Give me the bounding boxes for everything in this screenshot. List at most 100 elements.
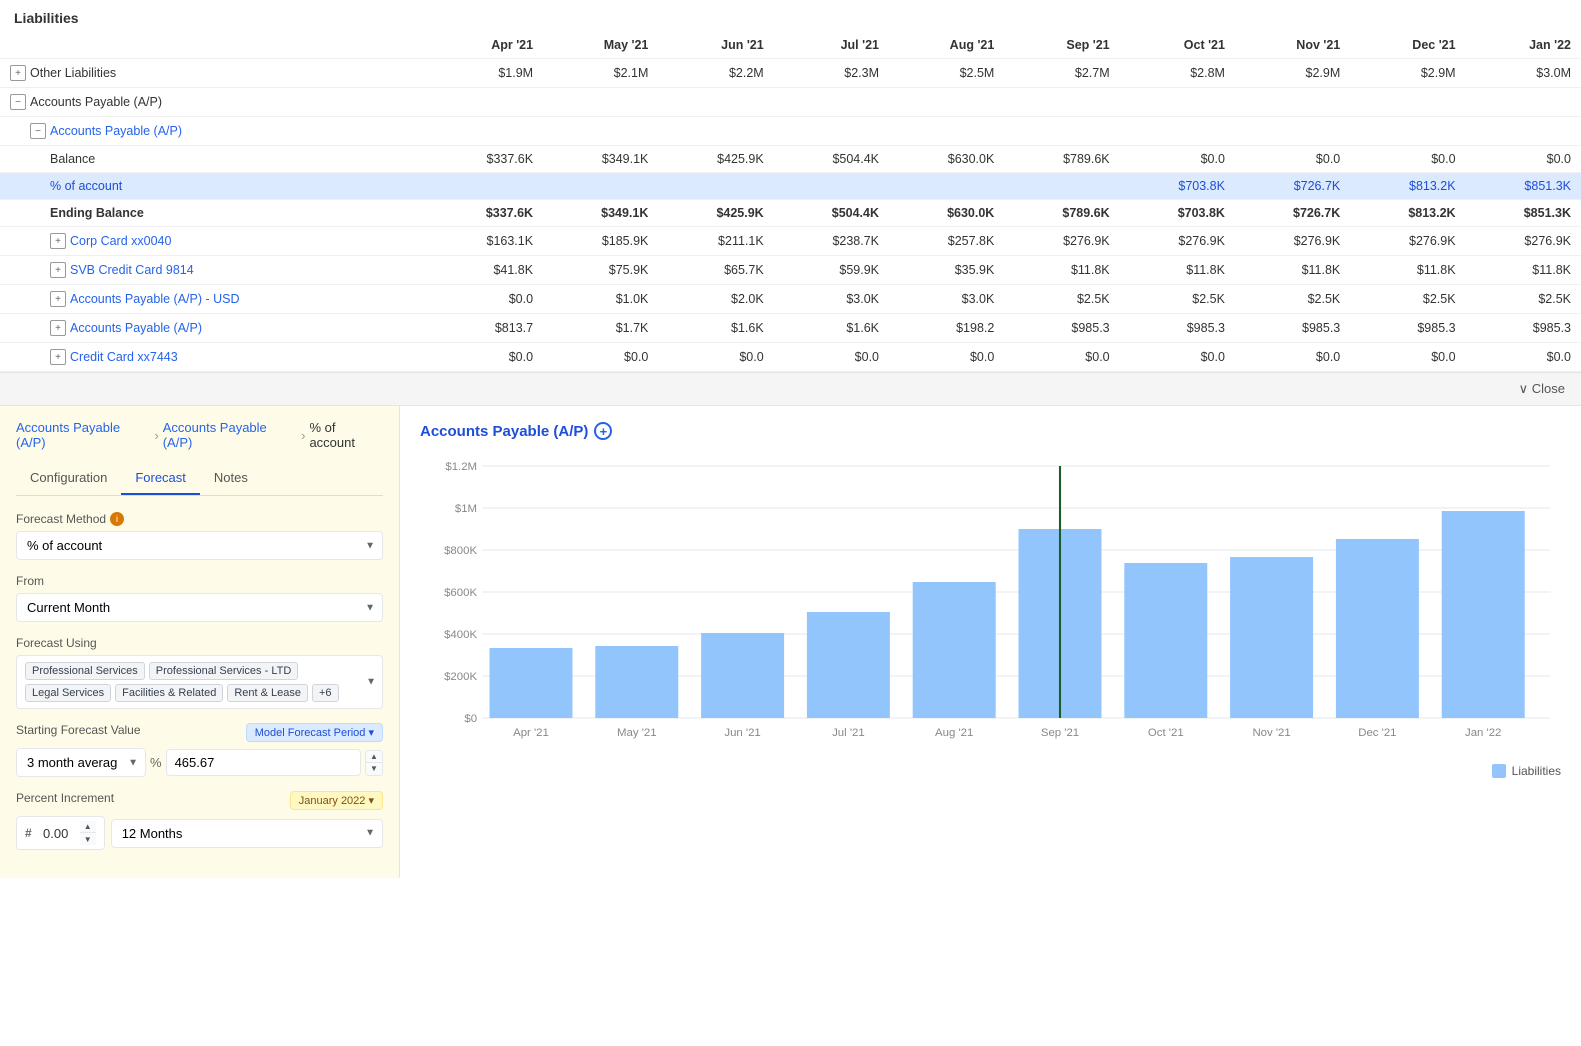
row-value-cell: $0.0: [428, 343, 543, 372]
tab-configuration[interactable]: Configuration: [16, 462, 121, 495]
row-value-cell: $425.9K: [658, 200, 773, 227]
sfv-method-select[interactable]: 3 month average 6 month average 12 month…: [16, 748, 146, 777]
model-forecast-badge[interactable]: Model Forecast Period ▾: [246, 723, 383, 742]
pi-spinner-down[interactable]: ▼: [80, 833, 96, 845]
collapse-icon[interactable]: −: [10, 94, 26, 110]
breadcrumb-part-2[interactable]: Accounts Payable (A/P): [163, 420, 297, 450]
row-value-cell: $726.7K: [1235, 173, 1350, 200]
table-row: +Corp Card xx0040$163.1K$185.9K$211.1K$2…: [0, 227, 1581, 256]
pi-badge[interactable]: January 2022 ▾: [290, 791, 383, 810]
row-value-cell: $65.7K: [658, 256, 773, 285]
col-header-jul21: Jul '21: [774, 32, 889, 59]
tab-forecast[interactable]: Forecast: [121, 462, 200, 495]
row-value-cell: $11.8K: [1120, 256, 1235, 285]
row-value-cell: $3.0K: [889, 285, 1004, 314]
row-link-label[interactable]: Accounts Payable (A/P): [70, 321, 202, 335]
collapse-icon[interactable]: −: [30, 123, 46, 139]
svg-text:Dec '21: Dec '21: [1358, 727, 1396, 739]
row-link-label[interactable]: Accounts Payable (A/P): [50, 124, 182, 138]
row-label-cell: + Accounts Payable (A/P): [0, 314, 428, 343]
row-percent-label: % of account: [50, 179, 122, 193]
row-value-cell: $985.3: [1120, 314, 1235, 343]
table-row: Ending Balance$337.6K$349.1K$425.9K$504.…: [0, 200, 1581, 227]
tab-notes[interactable]: Notes: [200, 462, 262, 495]
bar-jun: [701, 633, 784, 718]
expand-icon[interactable]: +: [50, 291, 66, 307]
pi-spinner-up[interactable]: ▲: [80, 821, 96, 833]
pi-months-select[interactable]: 12 Months 6 Months 3 Months: [111, 819, 383, 848]
expand-icon[interactable]: +: [50, 262, 66, 278]
row-value-cell: $35.9K: [889, 256, 1004, 285]
forecast-using-tags[interactable]: Professional Services Professional Servi…: [16, 655, 383, 709]
col-header-sep21: Sep '21: [1004, 32, 1119, 59]
row-value-cell: $276.9K: [1235, 227, 1350, 256]
pi-input-row: # 0.00 ▲ ▼ 12 Months 6 Months 3 Months ▼: [16, 816, 383, 850]
breadcrumb: Accounts Payable (A/P) › Accounts Payabl…: [16, 420, 383, 450]
sfv-spinner-up[interactable]: ▲: [366, 751, 382, 763]
row-value-cell: [543, 117, 658, 146]
close-bar: ∨ Close: [0, 372, 1581, 406]
hash-icon: #: [25, 826, 32, 840]
row-link-label[interactable]: Credit Card xx7443: [70, 350, 178, 364]
row-value-cell: $851.3K: [1466, 200, 1581, 227]
row-value-cell: $2.2M: [658, 59, 773, 88]
row-text-label: Accounts Payable (A/P): [30, 95, 162, 109]
close-button[interactable]: ∨ Close: [1519, 381, 1565, 396]
sfv-spinner-down[interactable]: ▼: [366, 763, 382, 775]
sfv-value-input[interactable]: [166, 749, 361, 776]
row-link-label[interactable]: Accounts Payable (A/P) - USD: [70, 292, 240, 306]
row-value-cell: [1004, 117, 1119, 146]
row-value-cell: [658, 88, 773, 117]
row-value-cell: [774, 88, 889, 117]
row-value-cell: $813.2K: [1350, 173, 1465, 200]
expand-icon[interactable]: +: [10, 65, 26, 81]
forecast-method-select[interactable]: % of account Fixed Amount Growth Rate: [16, 531, 383, 560]
expand-icon[interactable]: +: [50, 349, 66, 365]
col-header-may21: May '21: [543, 32, 658, 59]
row-value-cell: $276.9K: [1350, 227, 1465, 256]
row-value-cell: $75.9K: [543, 256, 658, 285]
info-icon[interactable]: i: [110, 512, 124, 526]
row-value-cell: $504.4K: [774, 200, 889, 227]
row-value-cell: $703.8K: [1120, 173, 1235, 200]
row-value-cell: $2.7M: [1004, 59, 1119, 88]
row-value-cell: [543, 88, 658, 117]
row-value-cell: $0.0: [1350, 146, 1465, 173]
row-value-cell: [1120, 117, 1235, 146]
tag-rent-lease[interactable]: Rent & Lease: [227, 684, 308, 702]
expand-icon[interactable]: +: [50, 320, 66, 336]
expand-icon[interactable]: +: [50, 233, 66, 249]
breadcrumb-part-1[interactable]: Accounts Payable (A/P): [16, 420, 150, 450]
bar-apr: [489, 648, 572, 718]
row-value-cell: $425.9K: [658, 146, 773, 173]
row-value-cell: $703.8K: [1120, 200, 1235, 227]
chart-add-icon[interactable]: +: [594, 422, 612, 440]
row-link-label[interactable]: SVB Credit Card 9814: [70, 263, 194, 277]
tag-professional-services[interactable]: Professional Services: [25, 662, 145, 680]
row-value-cell: $726.7K: [1235, 200, 1350, 227]
row-value-cell: $504.4K: [774, 146, 889, 173]
hash-spinner: # 0.00 ▲ ▼: [16, 816, 105, 850]
tag-more[interactable]: +6: [312, 684, 339, 702]
row-value-cell: $0.0: [658, 343, 773, 372]
svg-text:$0: $0: [464, 713, 477, 725]
svg-text:Sep '21: Sep '21: [1041, 727, 1079, 739]
row-value-cell: [774, 173, 889, 200]
row-value-cell: [1004, 88, 1119, 117]
row-value-cell: $257.8K: [889, 227, 1004, 256]
tag-facilities[interactable]: Facilities & Related: [115, 684, 223, 702]
row-link-label[interactable]: Corp Card xx0040: [70, 234, 171, 248]
svg-text:$200K: $200K: [444, 671, 477, 683]
tag-professional-services-ltd[interactable]: Professional Services - LTD: [149, 662, 299, 680]
table-row: % of account$703.8K$726.7K$813.2K$851.3K: [0, 173, 1581, 200]
row-value-cell: $0.0: [1120, 343, 1235, 372]
row-value-cell: [1120, 88, 1235, 117]
row-value-cell: [1350, 117, 1465, 146]
from-select[interactable]: Current Month Next Month: [16, 593, 383, 622]
legend-box: [1492, 764, 1506, 778]
row-label-cell: + Credit Card xx7443: [0, 343, 428, 372]
row-text-label: Balance: [50, 152, 95, 166]
tags-chevron-icon[interactable]: ▼: [366, 677, 376, 688]
tag-legal-services[interactable]: Legal Services: [25, 684, 111, 702]
section-title: Liabilities: [0, 0, 1581, 32]
